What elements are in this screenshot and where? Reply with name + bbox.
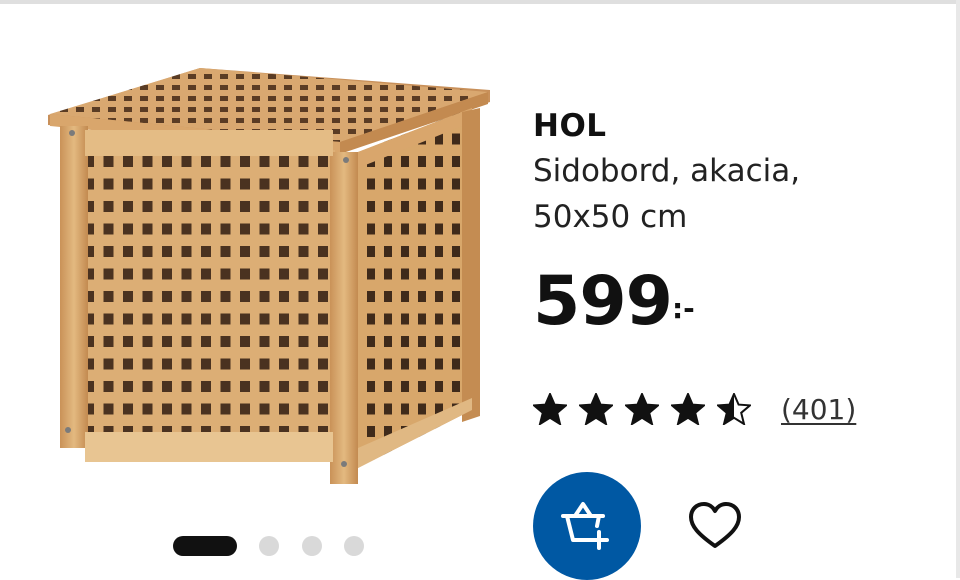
star-full-icon — [625, 393, 659, 425]
carousel-dot[interactable] — [344, 536, 364, 556]
product-rating[interactable]: (401) — [533, 392, 856, 426]
star-half-icon — [717, 393, 751, 425]
product-description: Sidobord, akacia, 50x50 cm — [533, 148, 953, 240]
price-integer: 599 — [533, 262, 673, 341]
product-info: HOL Sidobord, akacia, 50x50 cm — [533, 104, 953, 240]
side-table-illustration — [48, 68, 490, 484]
heart-outline-icon — [689, 502, 741, 548]
add-to-basket-icon — [561, 502, 609, 550]
carousel-dot[interactable] — [302, 536, 322, 556]
add-to-cart-button[interactable] — [533, 472, 641, 580]
favourite-button[interactable] — [686, 500, 744, 552]
window-top-border — [0, 0, 960, 4]
review-count-link[interactable]: (401) — [781, 393, 856, 426]
star-full-icon — [579, 393, 613, 425]
product-size: 50x50 cm — [533, 199, 688, 235]
product-name: HOL — [533, 108, 607, 144]
star-full-icon — [533, 393, 567, 425]
star-rating — [533, 393, 751, 425]
product-price: 599:- — [533, 262, 695, 342]
window-right-border — [956, 0, 960, 578]
price-suffix: :- — [671, 292, 695, 325]
product-image[interactable] — [40, 60, 500, 500]
carousel-dot[interactable] — [259, 536, 279, 556]
product-description-line: Sidobord, akacia, — [533, 153, 801, 189]
star-full-icon — [671, 393, 705, 425]
carousel-dot-active[interactable] — [173, 536, 237, 556]
